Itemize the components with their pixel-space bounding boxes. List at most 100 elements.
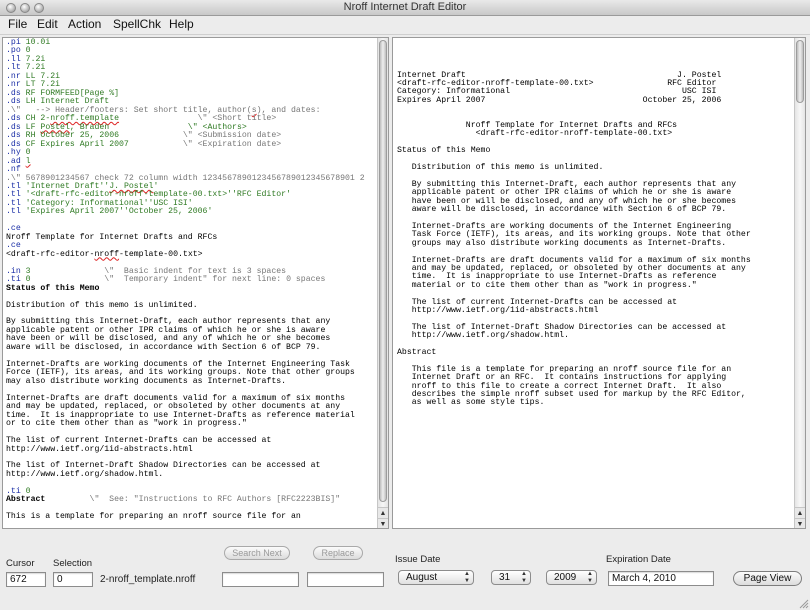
preview-line: Expires April 2007 October 25, 2006 [397, 95, 722, 105]
preview-line [397, 475, 751, 483]
source-line[interactable]: http://www.ietf.org/shadow.html. [6, 469, 365, 479]
preview-line: Abstract [397, 348, 437, 358]
preview-line: Status of this Memo [397, 146, 491, 156]
source-line[interactable]: <draft-rfc-editor-nroff-template-00.txt> [6, 249, 365, 259]
menu-spellchk[interactable]: SpellChk [111, 17, 163, 31]
title-bar[interactable]: Nroff Internet Draft Editor [0, 0, 810, 16]
preview-line [397, 433, 751, 441]
filename-label: 2-nroff_template.nroff [100, 574, 196, 585]
preview-scrollbar[interactable]: ▲ ▼ [794, 38, 805, 528]
source-line[interactable] [6, 217, 365, 225]
preview-line: aware will be disclosed, in accordance w… [397, 205, 727, 215]
preview-line [397, 509, 751, 517]
selection-field[interactable]: 0 [53, 572, 93, 587]
source-line[interactable]: .pi 10.0i [6, 38, 365, 47]
preview-line [397, 458, 751, 466]
source-scroll-thumb[interactable] [379, 40, 387, 502]
menu-action[interactable]: Action [66, 17, 103, 31]
source-token: or to cite them other than as "work in p… [6, 419, 247, 429]
preview-line [397, 408, 751, 416]
resize-grip-icon[interactable] [798, 598, 809, 609]
preview-line [397, 484, 751, 492]
source-line[interactable]: aware will be disclosed, in accordance w… [6, 342, 365, 352]
bottom-toolbar: Cursor 672 Selection 0 2-nroff_template.… [0, 531, 810, 610]
source-token: \" <Expiration date> [182, 139, 282, 149]
window-title: Nroff Internet Draft Editor [343, 1, 467, 13]
preview-scroll-down-arrow-icon[interactable]: ▼ [795, 518, 805, 528]
source-editor[interactable]: .pi 10.0i .po 0 .ll 7.2i .lt 7.2i .nr LL 7.2… [2, 37, 389, 529]
replace-field[interactable] [307, 572, 384, 587]
preview-line [397, 105, 751, 113]
source-token: http://www.ietf.org/1id-abstracts.html [6, 444, 193, 454]
preview-line: http://www.ietf.org/1id-abstracts.html [397, 306, 599, 315]
source-token: This is a template for preparing an nrof… [6, 512, 301, 522]
preview-scroll-up-arrow-icon[interactable]: ▲ [795, 507, 805, 518]
source-token: CF Expires April 2007 [20, 139, 183, 149]
preview-line: Distribution of this memo is unlimited. [397, 163, 604, 173]
source-token: nroff [94, 249, 120, 259]
source-line[interactable]: .ad l [6, 156, 365, 166]
source-line[interactable]: Abstract \" See: "Instructions to RFC Au… [6, 496, 365, 504]
source-token: l [25, 156, 31, 166]
replace-button[interactable]: Replace [313, 546, 363, 560]
page-view-button[interactable]: Page View [733, 571, 802, 586]
preview-line: http://www.ietf.org/shadow.html. [397, 331, 569, 341]
source-line[interactable]: http://www.ietf.org/1id-abstracts.html [6, 444, 365, 454]
preview-line [397, 46, 751, 54]
source-token: Nroff Template for Internet Drafts and R… [6, 232, 218, 242]
source-line[interactable]: or to cite them other than as "work in p… [6, 419, 365, 429]
scroll-down-arrow-icon[interactable]: ▼ [378, 518, 388, 528]
source-line[interactable] [6, 479, 365, 487]
source-line[interactable]: Status of this Memo [6, 283, 365, 293]
source-line[interactable]: .po 0 [6, 47, 365, 55]
source-line[interactable]: .hy 0 [6, 148, 365, 157]
menu-bar: File Edit Action SpellChk Help [0, 16, 810, 35]
source-token: aware will be disclosed, in accordance w… [6, 342, 321, 352]
issue-day-select[interactable]: 31 ▲ ▼ [491, 570, 531, 585]
preview-line [397, 450, 751, 458]
source-token: http://www.ietf.org/shadow.html. [6, 469, 164, 479]
source-token: Abstract [6, 495, 46, 505]
source-text[interactable]: .pi 10.0i .po 0 .ll 7.2i .lt 7.2i .nr LL 7.2… [6, 38, 365, 522]
issue-year-select[interactable]: 2009 ▲ ▼ [546, 570, 597, 585]
preview-line: as well as some style tips. [397, 398, 545, 408]
expiration-date-field[interactable]: March 4, 2010 [608, 571, 714, 586]
source-token: <draft-rfc-editor- [6, 249, 95, 259]
source-line[interactable]: This is a template for preparing an nrof… [6, 513, 365, 521]
preview-line: groups may also distribute working docum… [397, 238, 727, 248]
preview-scroll-thumb[interactable] [796, 40, 804, 103]
source-token: .tl [6, 207, 21, 217]
source-scrollbar[interactable]: ▲ ▼ [377, 38, 388, 528]
menu-edit[interactable]: Edit [35, 17, 60, 31]
app-window: Nroff Internet Draft Editor File Edit Ac… [0, 0, 810, 610]
search-field[interactable] [222, 572, 299, 587]
preview-line [397, 341, 751, 349]
issue-day-value: 31 [499, 572, 511, 583]
source-token: -template-00.txt> [119, 249, 203, 259]
menu-file[interactable]: File [6, 17, 29, 31]
issue-date-label: Issue Date [395, 554, 441, 565]
year-stepper-icon: ▲ ▼ [587, 571, 593, 584]
source-line[interactable]: may also distribute working documents as… [6, 377, 365, 386]
menu-help[interactable]: Help [167, 17, 196, 31]
scroll-up-arrow-icon[interactable]: ▲ [378, 507, 388, 518]
source-line[interactable]: Nroff Template for Internet Drafts and R… [6, 232, 365, 242]
source-line[interactable]: .ll 7.2i [6, 55, 365, 64]
preview-line: material or to cite them other than as "… [397, 280, 697, 290]
issue-month-select[interactable]: August ▲ ▼ [398, 570, 474, 585]
issue-year-value: 2009 [554, 572, 577, 583]
preview-line [397, 467, 751, 475]
preview-line [397, 38, 751, 46]
search-next-button[interactable]: Search Next [224, 546, 290, 560]
source-line[interactable]: Distribution of this memo is unlimited. [6, 300, 365, 310]
cursor-field[interactable]: 672 [6, 572, 46, 587]
preview-line [397, 55, 751, 63]
month-stepper-icon: ▲ ▼ [464, 571, 470, 584]
source-token: Status of this Memo [6, 283, 100, 293]
source-line[interactable]: .tl 'Expires April 2007''October 25, 200… [6, 208, 365, 216]
source-line[interactable]: .ds CF Expires April 2007 \" <Expiration… [6, 139, 365, 149]
preview-text: Internet Draft J. Postel <draft-rfc-edito… [397, 38, 751, 528]
source-token: Distribution of this memo is unlimited. [6, 300, 198, 310]
expiration-date-label: Expiration Date [606, 554, 671, 565]
source-token: \" See: "Instructions to RFC Authors [RF… [45, 495, 341, 505]
